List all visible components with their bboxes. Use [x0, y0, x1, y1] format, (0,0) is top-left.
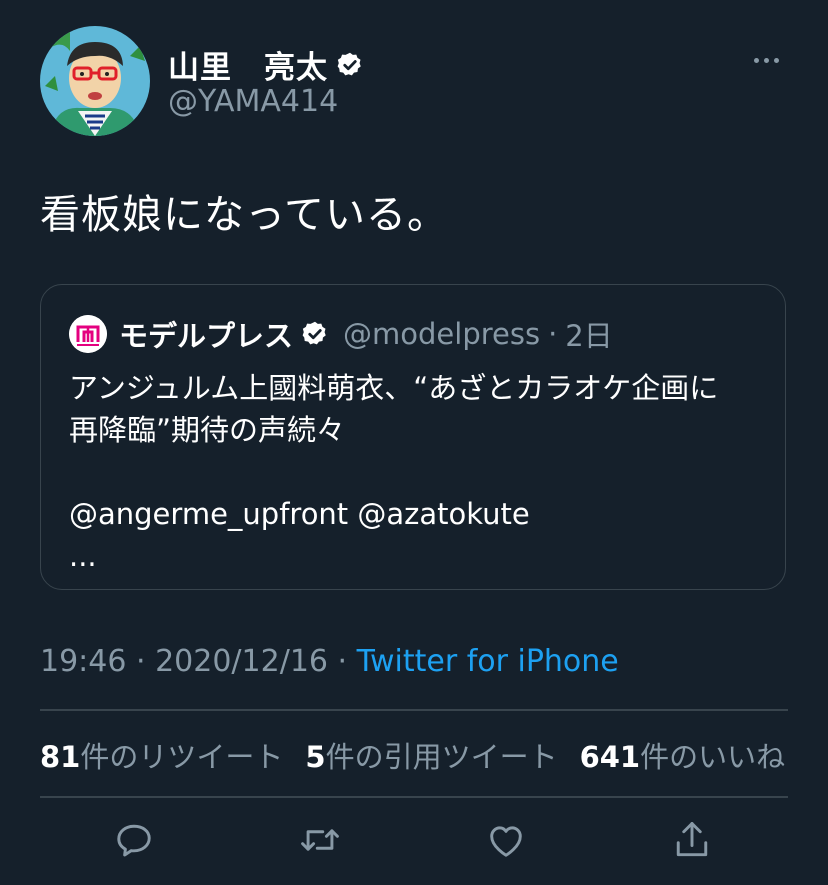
like-icon: [490, 826, 522, 857]
more-dot-icon: [753, 57, 759, 63]
quoted-tweet-text: アンジュルム上國料萌衣、“あざとカラオケ企画に 再降臨”期待の声続々 @ange…: [69, 367, 769, 577]
more-dot-icon: [763, 57, 769, 63]
share-icon: [676, 822, 708, 857]
tweet-date: 2020/12/16: [155, 644, 328, 679]
likes-label: 件のいいね: [640, 740, 786, 774]
tweet-detail: 山里 亮太 @YAMA414 看板娘になっている。 モデルプレス @modelp…: [0, 0, 828, 885]
author-name-row[interactable]: 山里 亮太: [168, 42, 364, 87]
divider: [40, 796, 788, 798]
likes-count: 641: [579, 740, 641, 774]
author-display-name[interactable]: 山里 亮太: [168, 42, 328, 87]
meta-separator: ·: [328, 644, 357, 679]
verified-badge-icon: [336, 51, 364, 79]
meta-separator: ·: [126, 644, 156, 679]
quoted-display-name[interactable]: モデルプレス: [119, 313, 293, 355]
retweets-label: 件のリツイート: [80, 740, 284, 774]
modelpress-logo-icon: [69, 315, 107, 353]
share-button[interactable]: [670, 818, 714, 862]
retweets-stat[interactable]: 81件のリツイート: [40, 734, 283, 776]
reply-button[interactable]: [112, 818, 156, 862]
quoted-text-ellipsis: ...: [69, 539, 97, 573]
reply-icon: [117, 824, 151, 857]
quoted-timestamp: 2日: [565, 319, 613, 353]
more-options-button[interactable]: [748, 48, 784, 72]
tweet-time: 19:46: [40, 644, 127, 679]
quoted-verified-badge-icon: [301, 320, 329, 348]
quoted-text-line: アンジュルム上國料萌衣、“あざとカラオケ企画に: [69, 371, 719, 405]
quoted-tweet-card[interactable]: モデルプレス @modelpress · 2日 アンジュルム上國料萌衣、“あざと…: [40, 284, 786, 590]
avatar[interactable]: [40, 26, 150, 136]
quotes-count: 5: [305, 740, 326, 774]
action-bar: [0, 818, 828, 868]
retweet-icon: [301, 829, 339, 851]
divider: [40, 709, 788, 711]
more-dot-icon: [773, 57, 779, 63]
tweet-text: 看板娘になっている。: [40, 192, 448, 238]
quotes-stat[interactable]: 5件の引用ツイート: [305, 734, 557, 776]
quoted-text-mentions: @angerme_upfront @azatokute: [69, 497, 530, 531]
like-button[interactable]: [484, 818, 528, 862]
quotes-label: 件の引用ツイート: [325, 740, 558, 774]
quoted-text-blank-line: [69, 451, 769, 493]
tweet-stats: 81件のリツイート 5件の引用ツイート 641件のいいね: [40, 734, 807, 776]
avatar-illustration: [40, 26, 150, 136]
quoted-separator: ·: [548, 317, 558, 351]
quoted-handle: @modelpress: [343, 317, 541, 351]
tweet-meta: 19:46 · 2020/12/16 · Twitter for iPhone: [40, 644, 619, 679]
retweet-button[interactable]: [298, 818, 342, 862]
likes-stat[interactable]: 641件のいいね: [580, 734, 786, 776]
author-handle[interactable]: @YAMA414: [168, 84, 338, 119]
retweets-count: 81: [40, 740, 81, 774]
quoted-tweet-header: モデルプレス @modelpress · 2日: [69, 313, 613, 355]
quoted-text-line: 再降臨”期待の声続々: [69, 413, 346, 447]
tweet-source-link[interactable]: Twitter for iPhone: [357, 644, 619, 679]
